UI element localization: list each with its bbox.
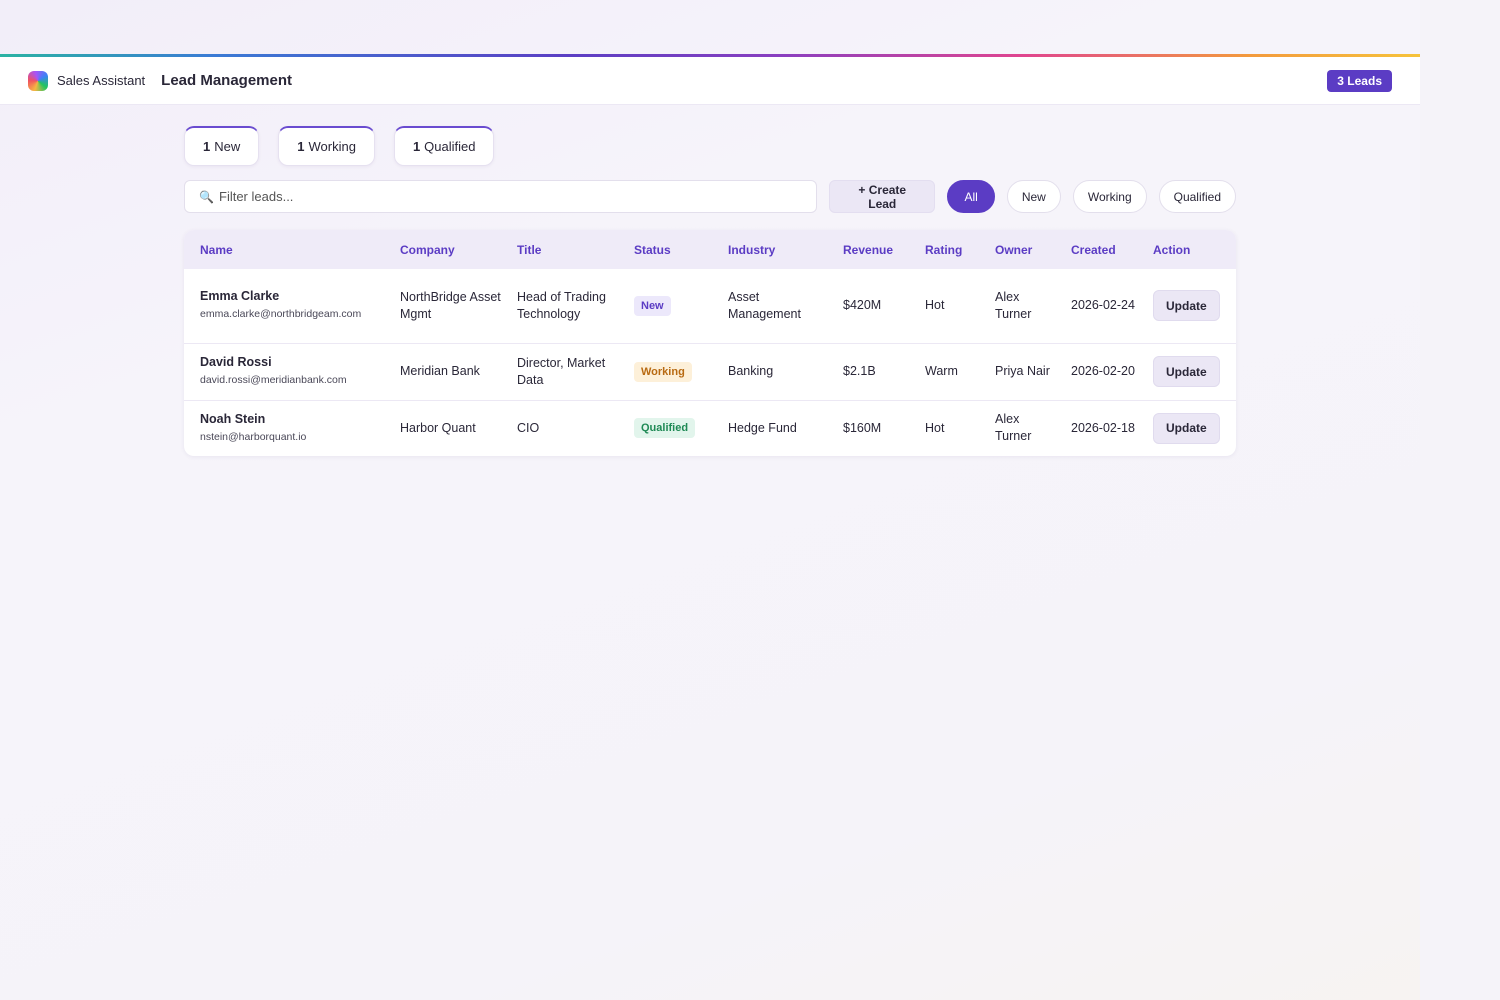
brand-name: Sales Assistant <box>57 73 146 88</box>
filter-all[interactable]: All <box>947 180 995 213</box>
stat-count: 1 <box>203 139 211 154</box>
search-input[interactable] <box>219 189 799 204</box>
company-cell: NorthBridge Asset Mgmt <box>400 289 501 321</box>
industry-cell: Hedge Fund <box>728 420 797 435</box>
stat-label: New <box>214 139 241 154</box>
lead-name[interactable]: Noah Stein <box>200 411 384 428</box>
col-header-created[interactable]: Created <box>1055 230 1137 269</box>
table-row: Noah Stein nstein@harborquant.io Harbor … <box>184 400 1236 456</box>
filter-new[interactable]: New <box>1006 180 1061 213</box>
table-row: David Rossi david.rossi@meridianbank.com… <box>184 343 1236 400</box>
created-cell: 2026-02-20 <box>1071 364 1135 378</box>
col-header-title[interactable]: Title <box>501 230 618 269</box>
stat-card-qualified: 1 Qualified <box>393 126 495 166</box>
col-header-name[interactable]: Name <box>184 230 384 269</box>
col-header-revenue[interactable]: Revenue <box>827 230 909 269</box>
revenue-cell: $420M <box>843 298 882 313</box>
rating-cell: Warm <box>925 364 958 378</box>
col-header-action: Action <box>1153 242 1191 257</box>
status-cell: New <box>618 269 712 343</box>
name-cell: Emma Clarke emma.clarke@northbridgeam.co… <box>184 269 384 343</box>
action-cell: Update <box>1137 400 1236 456</box>
company-cell: Meridian Bank <box>400 364 480 378</box>
stat-label: Working <box>308 139 356 154</box>
top-bar: Sales Assistant Lead Management 3 Leads <box>0 57 1420 105</box>
stat-cards: 1 New 1 Working 1 Qualified <box>184 126 1236 166</box>
col-header-owner[interactable]: Owner <box>979 230 1055 269</box>
status-cell: Working <box>618 343 712 400</box>
lead-email: emma.clarke@northbridgeam.com <box>200 308 362 321</box>
rating-cell: Hot <box>925 298 945 313</box>
name-cell: Noah Stein nstein@harborquant.io <box>184 400 384 456</box>
name-cell: David Rossi david.rossi@meridianbank.com <box>184 343 384 400</box>
page-title: Lead Management <box>161 72 293 89</box>
revenue-cell: $160M <box>843 420 882 435</box>
filter-working[interactable]: Working <box>1072 180 1147 213</box>
col-header-industry[interactable]: Industry <box>712 230 827 269</box>
col-header-company[interactable]: Company <box>384 230 501 269</box>
search-box[interactable]: 🔍 <box>184 180 818 213</box>
owner-cell: Alex Turner <box>995 289 1032 321</box>
table-header-row: Name Company Title Status Industry Reven… <box>184 230 1236 269</box>
update-button[interactable]: Update <box>1153 290 1220 322</box>
col-header-status[interactable]: Status <box>618 230 712 269</box>
filter-qualified[interactable]: Qualified <box>1158 180 1236 213</box>
title-cell: CIO <box>517 420 540 435</box>
revenue-cell: $2.1B <box>843 364 876 378</box>
update-button[interactable]: Update <box>1153 412 1220 444</box>
create-lead-button[interactable]: + Create Lead <box>829 180 936 213</box>
company-cell: Harbor Quant <box>400 420 476 435</box>
status-cell: Qualified <box>618 400 712 456</box>
toolbar: 🔍 + Create Lead All New Working Qualifie… <box>184 180 1236 213</box>
stat-count: 1 <box>297 139 305 154</box>
col-header-rating[interactable]: Rating <box>909 230 979 269</box>
status-badge: Qualified <box>634 418 696 439</box>
action-cell: Update <box>1137 269 1236 343</box>
main-content: 1 New 1 Working 1 Qualified 🔍 + Create L… <box>184 126 1236 456</box>
created-cell: 2026-02-18 <box>1071 420 1135 435</box>
industry-cell: Asset Management <box>728 289 801 321</box>
update-button[interactable]: Update <box>1153 356 1220 387</box>
owner-cell: Priya Nair <box>995 364 1050 378</box>
stat-count: 1 <box>412 139 421 154</box>
stat-card-working: 1 Working <box>278 126 375 166</box>
title-cell: Head of Trading Technology <box>517 289 606 321</box>
app-window: Sales Assistant Lead Management 3 Leads … <box>0 54 1420 1000</box>
table-row: Emma Clarke emma.clarke@northbridgeam.co… <box>184 269 1236 343</box>
status-badge: Working <box>634 361 692 382</box>
leads-table: Name Company Title Status Industry Reven… <box>184 230 1236 456</box>
title-cell: Director, Market Data <box>517 355 606 387</box>
leads-table-card: Name Company Title Status Industry Reven… <box>184 230 1236 456</box>
stat-card-new: 1 New <box>184 126 260 166</box>
app-logo-icon <box>28 70 48 91</box>
created-cell: 2026-02-24 <box>1071 298 1135 313</box>
action-cell: Update <box>1137 343 1236 400</box>
industry-cell: Banking <box>728 364 774 378</box>
lead-name[interactable]: David Rossi <box>200 354 384 371</box>
owner-cell: Alex Turner <box>995 412 1032 444</box>
lead-name[interactable]: Emma Clarke <box>200 288 384 305</box>
search-icon: 🔍 <box>199 189 214 204</box>
window-edge <box>1420 0 1500 1000</box>
leads-count-badge: 3 Leads <box>1327 70 1392 92</box>
stat-label: Qualified <box>424 139 476 154</box>
lead-email: nstein@harborquant.io <box>200 430 307 443</box>
rating-cell: Hot <box>925 420 945 435</box>
status-badge: New <box>634 295 671 316</box>
lead-email: david.rossi@meridianbank.com <box>200 374 347 386</box>
